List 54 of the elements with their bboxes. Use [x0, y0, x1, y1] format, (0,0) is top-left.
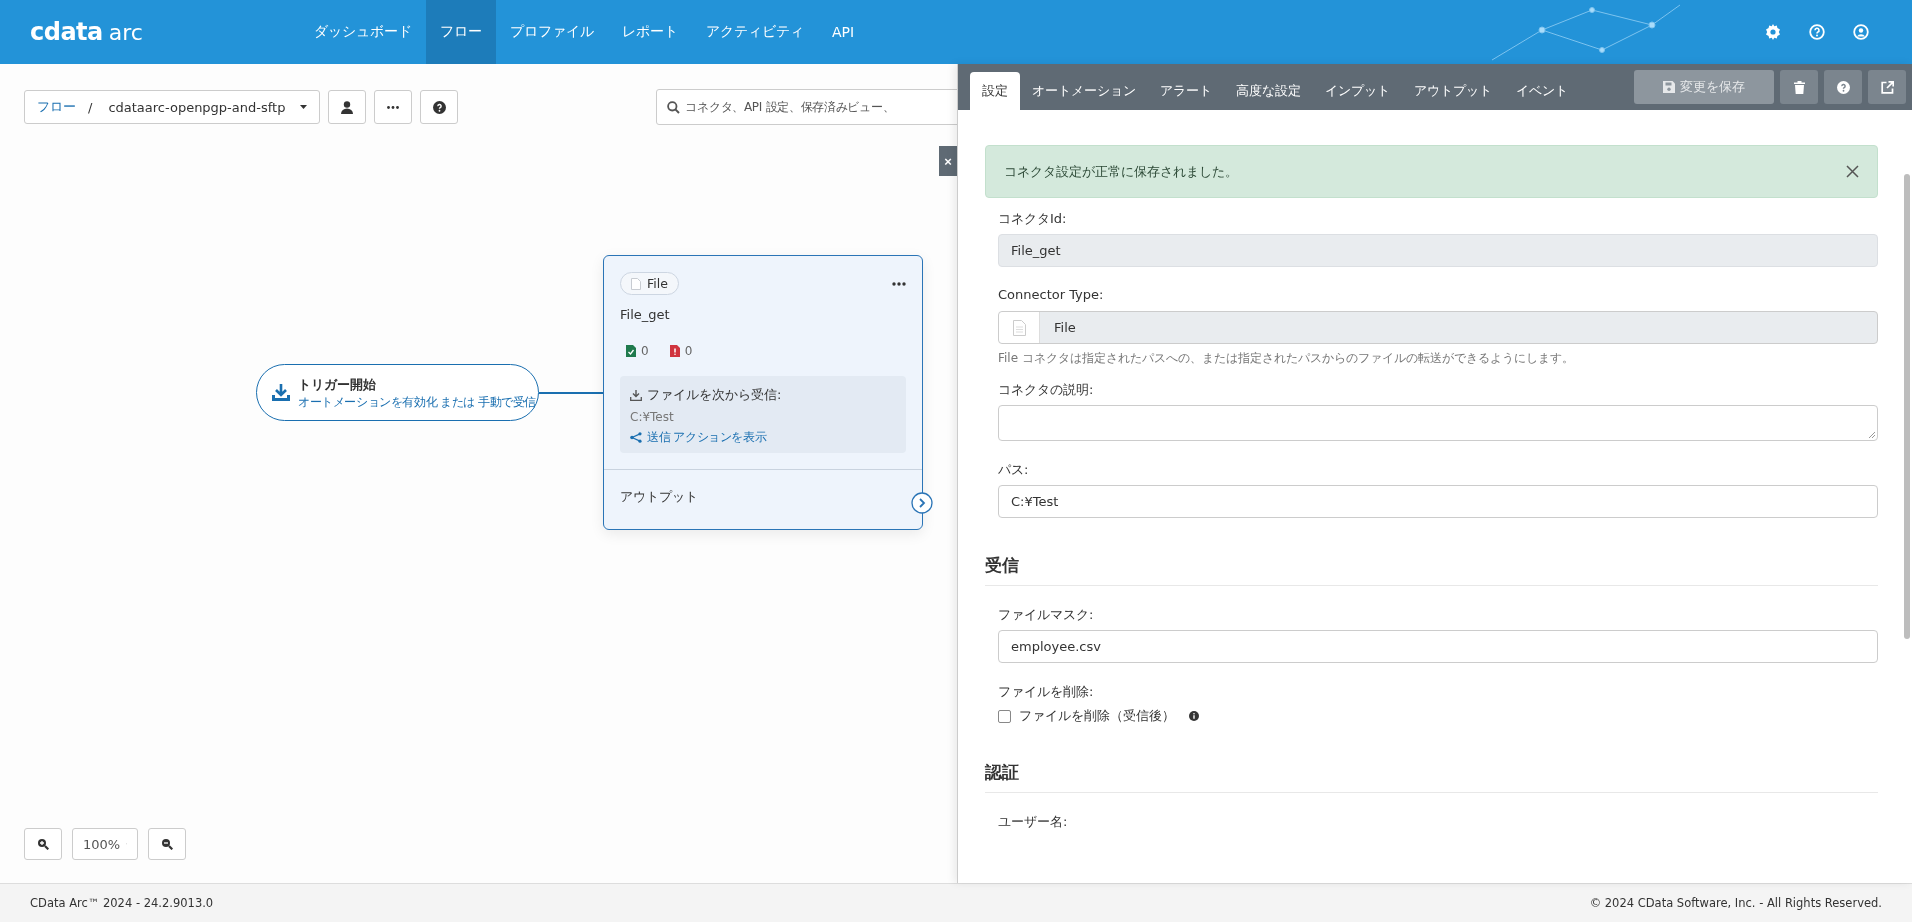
breadcrumb-separator: / [88, 99, 93, 115]
close-button[interactable]: × [939, 146, 957, 176]
connector-name: File_get [620, 307, 671, 322]
version-text: CData Arc™ 2024 - 24.2.9013.0 [30, 896, 214, 910]
tab[interactable]: インプット [1313, 72, 1402, 110]
tab[interactable]: アウトプット [1402, 72, 1504, 110]
error-count: 0 [684, 344, 693, 358]
field-label: コネクタId: [998, 210, 1068, 228]
zoom-level-dropdown[interactable]: 100% [72, 828, 138, 860]
connector-node[interactable]: File File_get 0 0 ファイルを次から受信: C:¥Test 送信 アクションを表示 アウトプット [603, 255, 923, 530]
tab[interactable]: アラート [1148, 72, 1224, 110]
tab[interactable]: イベント [1504, 72, 1580, 110]
send-actions-link[interactable]: 送信 アクションを表示 [647, 430, 767, 445]
field-label: ファイルマスク: [998, 606, 1095, 624]
logo-text: cdata [30, 18, 103, 46]
breadcrumb[interactable]: フロー / cdataarc-openpgp-and-sftp [24, 90, 321, 124]
success-count: 0 [641, 344, 649, 358]
breadcrumb-link[interactable]: フロー [37, 98, 76, 116]
checkbox-label[interactable]: ファイルを削除（受信後） [1019, 707, 1175, 725]
nav-item[interactable]: レポート [608, 0, 692, 64]
nav-item[interactable]: プロファイル [496, 0, 608, 64]
trigger-node[interactable]: トリガー開始 オートメーションを有効化 または 手動で受信 [256, 364, 539, 421]
enable-automation-link[interactable]: オートメーションを有効化 [298, 394, 438, 410]
nav-item[interactable]: ダッシュボード [300, 0, 426, 64]
manual-receive-link[interactable]: 手動で受信 [478, 394, 537, 410]
field-label: ユーザー名: [998, 813, 1069, 831]
alert-message: コネクタ設定が正常に保存されました。 [1004, 162, 1238, 181]
input-field[interactable]: File [998, 311, 1878, 344]
field-label: ファイルを削除: [998, 683, 1095, 701]
section-heading: 受信 [985, 538, 1878, 586]
logo-subtext: arc [108, 20, 143, 45]
output-label: アウトプット [620, 489, 698, 504]
field-label: パス: [998, 461, 1030, 479]
field-label: コネクタの説明: [998, 381, 1095, 399]
receive-path: C:¥Test [630, 410, 675, 424]
trigger-joiner: または [440, 394, 475, 410]
receive-label: ファイルを次から受信: [647, 386, 782, 404]
copyright-text: © 2024 CData Software, Inc. - All Rights Reserved. [1589, 896, 1882, 910]
tab[interactable]: 設定 [970, 72, 1020, 110]
section-heading: 認証 [985, 745, 1878, 793]
tab[interactable]: オートメーション [1020, 72, 1148, 110]
tab[interactable]: 高度な設定 [1224, 72, 1313, 110]
input-field[interactable]: employee.csv [998, 630, 1878, 663]
search-field[interactable]: コネクタ、API 設定、保存済みビュー、 [656, 89, 957, 125]
field-hint: File コネクタは指定されたパスへの、または指定されたパスからのファイルの転送ができるようにします。 [998, 350, 1575, 367]
nav-item[interactable]: API [818, 0, 869, 64]
input-field[interactable]: C:¥Test [998, 485, 1878, 518]
flow-name: cdataarc-openpgp-and-sftp [108, 99, 286, 115]
nav-item[interactable]: アクティビティ [692, 0, 818, 64]
trigger-title: トリガー開始 [298, 375, 377, 394]
nav-item[interactable]: フロー [426, 0, 496, 64]
connector-badge: File [620, 272, 679, 295]
input-field[interactable]: File_get [998, 234, 1878, 267]
field-label: Connector Type: [998, 287, 1105, 304]
